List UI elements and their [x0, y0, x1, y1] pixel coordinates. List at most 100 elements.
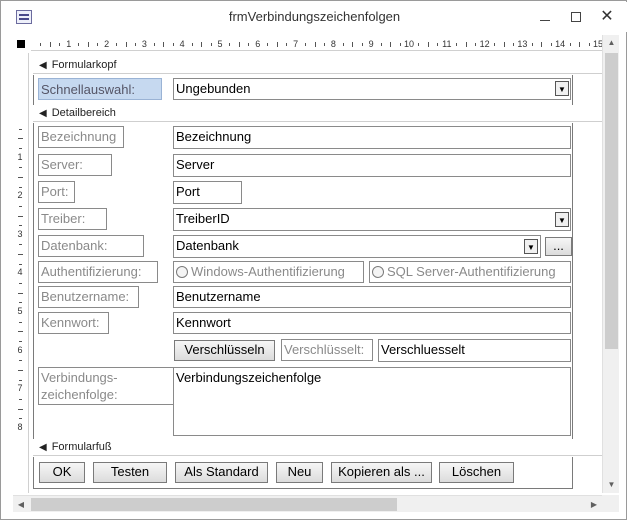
- chevron-down-icon: ▼: [558, 85, 566, 94]
- ruler-number: 3: [141, 39, 147, 49]
- vertical-scrollbar[interactable]: ▲ ▼: [602, 35, 619, 493]
- encrypt-button[interactable]: Verschlüsseln: [174, 340, 275, 361]
- resize-grip[interactable]: [602, 495, 619, 512]
- auth-sql-option[interactable]: SQL Server-Authentifizierung: [369, 261, 571, 283]
- port-field[interactable]: Port: [173, 181, 242, 204]
- encrypted-label: Verschlüsselt:: [281, 339, 373, 361]
- ruler-number: 8: [17, 421, 23, 432]
- header-area: Schnellauswahl: Ungebunden ▼: [33, 75, 573, 105]
- ruler-tick: [569, 43, 571, 46]
- ruler-tick: [475, 43, 477, 46]
- quick-select-label: Schnellauswahl:: [38, 78, 162, 100]
- vertical-ruler[interactable]: 1 2 3 4 5 6 7 8: [13, 53, 29, 493]
- copy-as-button[interactable]: Kopieren als ...: [331, 462, 432, 483]
- ruler-tick: [541, 42, 543, 47]
- ruler-tick: [19, 167, 22, 169]
- connection-string-label: Verbindungs- zeichenfolge:: [38, 367, 174, 405]
- delete-button[interactable]: Löschen: [439, 462, 514, 483]
- horizontal-ruler[interactable]: 1 2 3 4 5 6 7 8 9 10 11 12 13 14 15: [31, 37, 603, 51]
- set-default-button[interactable]: Als Standard: [175, 462, 268, 483]
- vertical-scroll-thumb[interactable]: [605, 53, 618, 349]
- ruler-tick: [19, 340, 22, 342]
- ruler-number: 8: [330, 39, 336, 49]
- quick-select-value: Ungebunden: [176, 81, 251, 96]
- new-button[interactable]: Neu: [276, 462, 323, 483]
- connection-string-field[interactable]: Verbindungszeichenfolge: [173, 367, 571, 436]
- ruler-tick: [172, 43, 174, 46]
- ruler-tick: [19, 379, 22, 381]
- minimize-button[interactable]: [530, 6, 560, 28]
- close-button[interactable]: ✕: [592, 6, 622, 28]
- treiber-dropdown[interactable]: ▼: [555, 212, 569, 227]
- test-button[interactable]: Testen: [93, 462, 167, 483]
- close-icon: ✕: [600, 8, 614, 25]
- ruler-tick: [19, 360, 22, 362]
- datenbank-combo[interactable]: Datenbank: [173, 235, 541, 258]
- ruler-number: 5: [217, 39, 223, 49]
- ruler-tick: [19, 225, 22, 227]
- connection-string-label-line2: zeichenfolge:: [41, 387, 118, 402]
- title-bar: frmVerbindungszeichenfolgen ✕: [2, 2, 627, 32]
- section-title-detail: Detailbereich: [51, 107, 116, 119]
- section-arrow-icon: ◀: [39, 60, 47, 71]
- ruler-tick: [456, 43, 458, 46]
- ruler-tick: [49, 42, 51, 47]
- ruler-tick: [18, 254, 23, 256]
- auth-windows-option[interactable]: Windows-Authentifizierung: [173, 261, 364, 283]
- ruler-tick: [116, 43, 118, 46]
- form-icon[interactable]: [16, 10, 32, 24]
- ruler-number: 4: [17, 267, 23, 278]
- ruler-tick: [512, 43, 514, 46]
- datenbank-dropdown[interactable]: ▼: [524, 239, 538, 254]
- ruler-tick: [286, 43, 288, 46]
- ruler-tick: [248, 43, 250, 46]
- ruler-tick: [18, 138, 23, 140]
- ok-button[interactable]: OK: [39, 462, 85, 483]
- section-bar-detail[interactable]: ◀ Detailbereich: [33, 105, 602, 122]
- ruler-number: 9: [368, 39, 374, 49]
- ruler-tick: [427, 42, 429, 47]
- section-arrow-icon: ◀: [39, 108, 47, 119]
- ruler-tick: [153, 43, 155, 46]
- maximize-button[interactable]: [561, 6, 591, 28]
- ruler-number: 4: [179, 39, 185, 49]
- select-form-button[interactable]: [13, 37, 29, 51]
- kennwort-field[interactable]: Kennwort: [173, 312, 571, 334]
- scroll-down-button[interactable]: ▼: [603, 477, 620, 493]
- section-bar-footer[interactable]: ◀ Formularfuß: [33, 439, 602, 456]
- ruler-tick: [201, 42, 203, 47]
- scroll-up-button[interactable]: ▲: [603, 35, 620, 51]
- treiber-combo[interactable]: TreiberID: [173, 208, 571, 231]
- ruler-tick: [19, 302, 22, 304]
- scroll-right-button[interactable]: ▶: [586, 496, 602, 513]
- chevron-down-icon: ▼: [558, 216, 566, 225]
- ruler-tick: [276, 42, 278, 47]
- bezeichnung-field[interactable]: Bezeichnung: [173, 126, 571, 149]
- ruler-tick: [18, 369, 23, 371]
- browse-database-button[interactable]: ...: [545, 237, 572, 256]
- auth-windows-radio[interactable]: [176, 266, 188, 278]
- ruler-number: 7: [293, 39, 299, 49]
- horizontal-scrollbar[interactable]: ◀ ▶: [13, 495, 602, 512]
- ruler-tick: [229, 43, 231, 46]
- encrypted-field[interactable]: Verschluesselt: [378, 339, 571, 362]
- scroll-left-button[interactable]: ◀: [13, 496, 29, 513]
- ruler-tick: [361, 43, 363, 46]
- ruler-number: 14: [555, 39, 566, 49]
- benutzername-field[interactable]: Benutzername: [173, 286, 571, 308]
- section-bar-header[interactable]: ◀ Formularkopf: [33, 57, 602, 74]
- horizontal-scroll-thumb[interactable]: [31, 498, 397, 511]
- ruler-tick: [97, 43, 99, 46]
- quick-select-dropdown[interactable]: ▼: [555, 81, 569, 96]
- ruler-tick: [588, 43, 590, 46]
- auth-sql-radio[interactable]: [372, 266, 384, 278]
- maximize-icon: [571, 12, 581, 22]
- ruler-tick: [59, 43, 61, 46]
- ruler-number: 6: [17, 344, 23, 355]
- section-title-footer: Formularfuß: [51, 441, 112, 453]
- quick-select-combo[interactable]: Ungebunden: [173, 78, 571, 100]
- ruler-tick: [238, 42, 240, 47]
- ruler-tick: [19, 398, 22, 400]
- server-field[interactable]: Server: [173, 154, 571, 177]
- ruler-tick: [19, 128, 22, 130]
